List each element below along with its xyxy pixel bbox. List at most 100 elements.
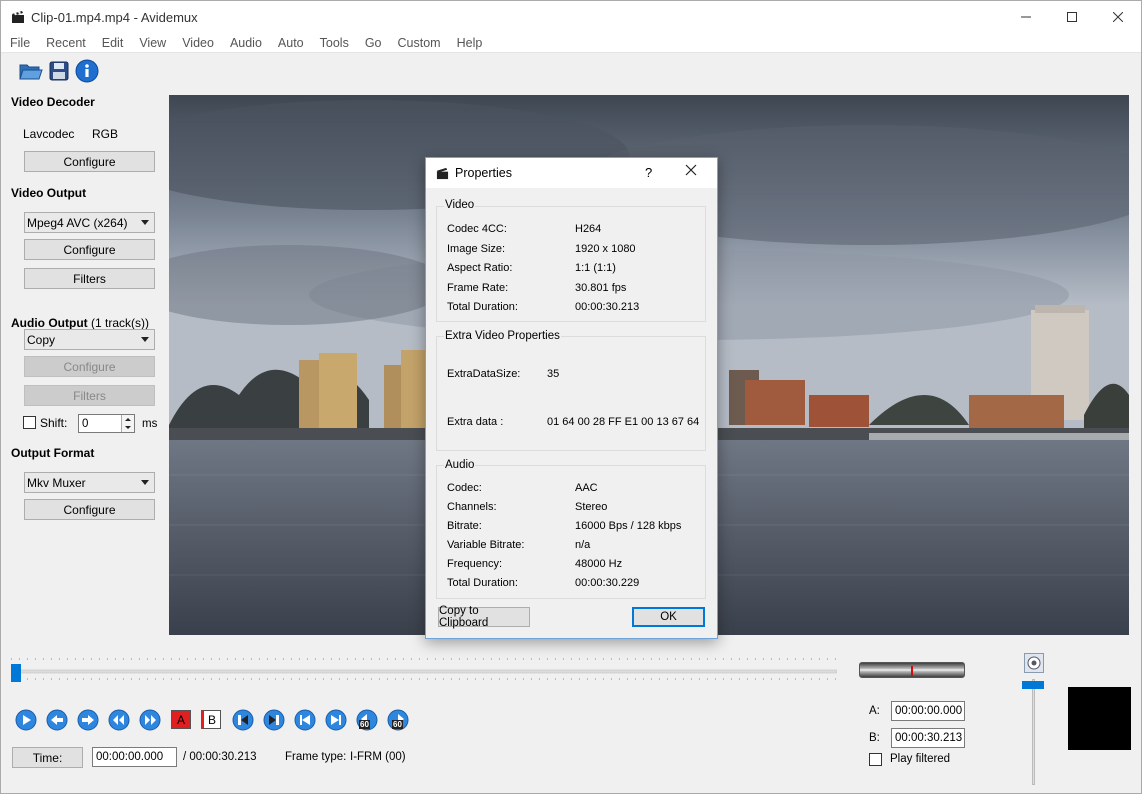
prop-value: 1:1 (1:1) [575,262,616,274]
shift-checkbox[interactable] [23,416,36,429]
video-codec-select[interactable]: Mpeg4 AVC (x264) [24,212,155,233]
back-60-button[interactable]: 60 [356,709,378,731]
chevron-down-icon [141,220,149,225]
menu-custom[interactable]: Custom [389,36,448,50]
back-60-label: 60 [359,720,370,729]
dialog-help-button[interactable]: ? [645,165,652,180]
speaker-icon[interactable] [1024,653,1044,673]
decoder-name: Lavcodec [23,127,75,141]
video-filters-button[interactable]: Filters [24,268,155,289]
timeline-handle[interactable] [11,664,21,682]
copy-to-clipboard-button[interactable]: Copy to Clipboard [438,605,530,629]
marker-a-value: 00:00:00.000 [895,705,963,717]
menu-view[interactable]: View [130,36,173,50]
clapperboard-icon [436,167,449,179]
chevron-down-icon [141,480,149,485]
forward-60-button[interactable]: 60 [387,709,409,731]
prop-label: Frequency: [447,558,503,570]
video-decoder-title: Video Decoder [11,95,95,109]
go-to-marker-a-icon[interactable] [232,709,254,731]
current-time-input[interactable]: 00:00:00.000 [92,747,177,767]
close-icon [1113,12,1123,22]
prop-label: Bitrate: [447,520,482,532]
go-to-end-icon[interactable] [325,709,347,731]
set-marker-a-button[interactable]: A [171,710,191,729]
audio-group-label: Audio [444,459,476,471]
previous-keyframe-icon[interactable] [108,709,130,731]
shift-input[interactable]: 0 [78,414,135,433]
prop-label: Frame Rate: [447,282,509,294]
current-time-value: 00:00:00.000 [96,751,164,763]
volume-slider[interactable] [1022,679,1044,785]
menu-file[interactable]: File [1,36,37,50]
dialog-close-button[interactable] [685,163,697,181]
set-marker-b-button[interactable]: B [201,710,221,729]
prop-value: H264 [575,223,602,235]
info-icon [75,59,99,83]
prop-label: Channels: [447,501,497,513]
time-button[interactable]: Time: [12,747,83,768]
video-group-label: Video [444,199,476,211]
next-frame-icon[interactable] [77,709,99,731]
open-folder-icon [19,64,43,80]
prop-label: Image Size: [447,243,506,255]
prop-value: Stereo [575,501,608,513]
menu-auto[interactable]: Auto [269,36,311,50]
menu-audio[interactable]: Audio [221,36,269,50]
minimize-button[interactable] [1003,1,1049,33]
close-icon [685,164,697,176]
open-button[interactable] [19,59,43,83]
properties-dialog: Properties ? Video Codec 4CC: H264 Image… [425,157,718,639]
toolbar [1,55,1141,87]
play-icon[interactable] [15,709,37,731]
save-button[interactable] [47,59,71,83]
audio-filters-button[interactable]: Filters [24,385,155,406]
left-panel: Video Decoder Lavcodec RGB Configure Vid… [1,89,167,639]
menu-edit[interactable]: Edit [93,36,131,50]
muxer-select[interactable]: Mkv Muxer [24,472,155,493]
timeline-slider[interactable] [10,657,838,685]
close-button[interactable] [1095,1,1141,33]
go-to-marker-b-icon[interactable] [263,709,285,731]
menu-go[interactable]: Go [356,36,389,50]
prop-value: n/a [575,539,591,551]
video-configure-button[interactable]: Configure [24,239,155,260]
prop-value: 30.801 fps [575,282,627,294]
previous-frame-icon[interactable] [46,709,68,731]
marker-b-value: 00:00:30.213 [895,732,963,744]
audio-configure-button[interactable]: Configure [24,356,155,377]
menu-tools[interactable]: Tools [311,36,356,50]
audio-codec-select[interactable]: Copy [24,329,155,350]
prop-value: 00:00:30.213 [575,301,640,313]
window-title: Clip-01.mp4.mp4 - Avidemux [31,9,198,25]
muxer-configure-button[interactable]: Configure [24,499,155,520]
decoder-format: RGB [92,127,119,141]
info-button[interactable] [75,59,99,83]
jog-shuttle[interactable] [859,662,965,678]
decoder-configure-button[interactable]: Configure [24,151,155,172]
prop-value: AAC [575,482,598,494]
prop-value: 1920 x 1080 [575,243,636,255]
extra-group-label: Extra Video Properties [444,330,561,342]
play-filtered-checkbox[interactable] [869,753,882,766]
shift-spinner[interactable] [121,415,134,432]
menu-video[interactable]: Video [173,36,221,50]
marker-a-label: A [176,712,185,727]
prop-label: Total Duration: [447,301,518,313]
shift-unit: ms [142,418,158,430]
maximize-button[interactable] [1049,1,1095,33]
dialog-title: Properties [455,166,512,180]
floppy-disk-icon [49,61,69,81]
ok-button[interactable]: OK [632,607,705,627]
volume-handle[interactable] [1022,681,1044,689]
shift-label: Shift: [40,416,68,430]
extra-size-label: ExtraDataSize: [447,368,521,380]
dialog-title-bar: Properties ? [426,158,717,188]
audio-codec-value: Copy [27,332,56,347]
menu-help[interactable]: Help [448,36,490,50]
frame-type-value: I-FRM (00) [350,751,406,763]
go-to-start-icon[interactable] [294,709,316,731]
menu-recent[interactable]: Recent [37,36,93,50]
timeline-ticks [10,658,838,680]
next-keyframe-icon[interactable] [139,709,161,731]
